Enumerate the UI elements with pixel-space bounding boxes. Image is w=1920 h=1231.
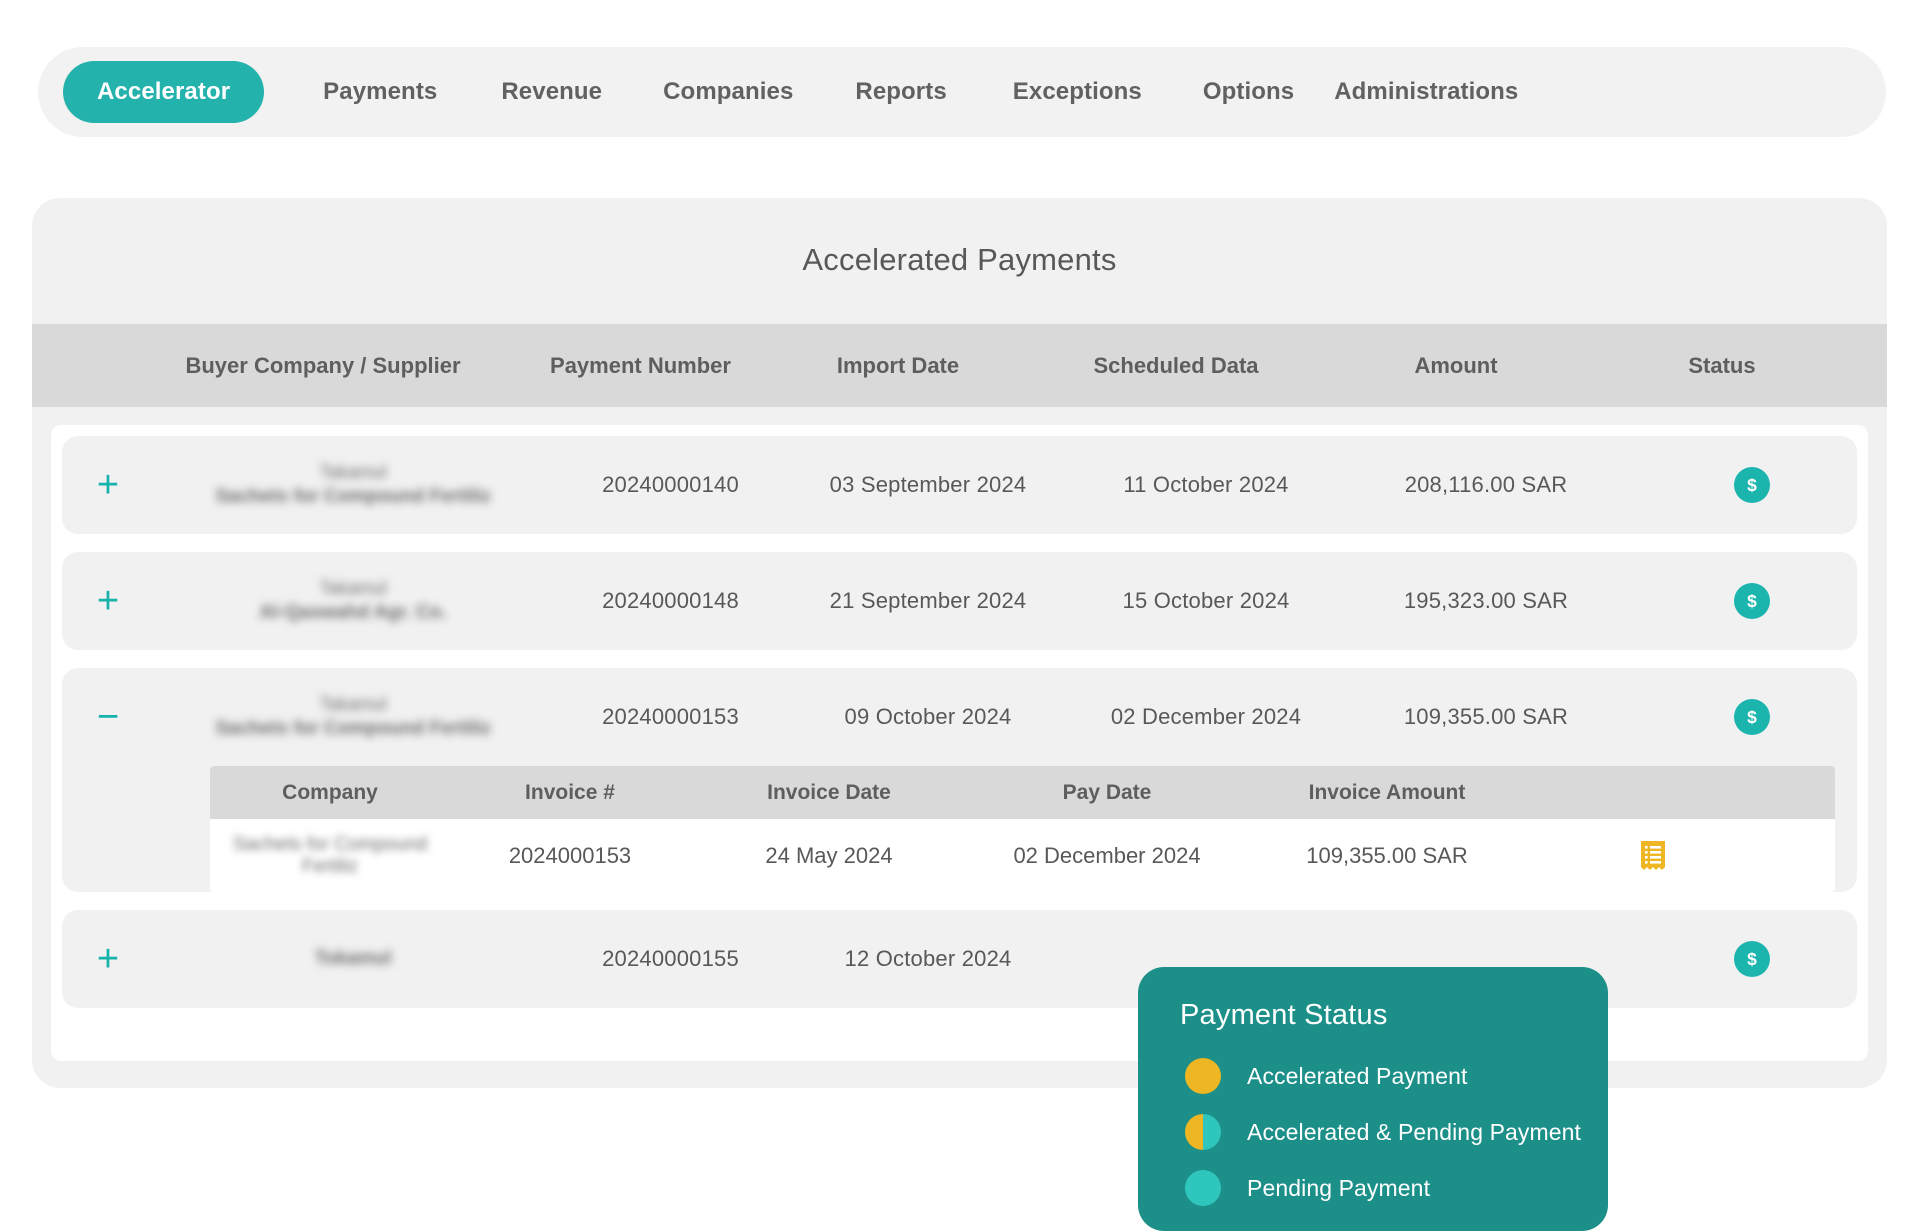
sub-column-header-invoice-date: Invoice Date [767,780,891,804]
pay-date-value: 02 December 2024 [1013,842,1201,868]
scheduled-date-value: 02 December 2024 [1110,704,1302,729]
company-supplier-name: Sachets for Compound Fertiliz [215,718,491,740]
scheduled-date-value: 15 October 2024 [1122,588,1290,613]
invoice-row: Sachets for Compound Fertiliz 2024000153… [210,819,1835,892]
status-cell: $ [1627,467,1857,503]
table-header-row: Buyer Company / Supplier Payment Number … [32,324,1887,407]
nav-item-exceptions[interactable]: Exceptions [1007,78,1148,106]
table-row-expanded: − Takamul Sachets for Compound Fertiliz … [62,668,1857,892]
dollar-badge-icon[interactable]: $ [1734,941,1770,977]
company-supplier-name: Tokamul [314,948,392,970]
legend-title: Payment Status [1180,999,1388,1031]
legend-item-accelerated-pending: Accelerated & Pending Payment [1180,1108,1608,1156]
import-date-value: 21 September 2024 [829,588,1027,613]
amount-value: 109,355.00 SAR [1403,704,1569,729]
payment-status-legend: Payment Status Accelerated Payment Accel… [1138,967,1608,1231]
receipt-icon-cell [1528,840,1778,872]
invoice-subtable: Company Invoice # Invoice Date Pay Date … [210,766,1835,892]
svg-text:$: $ [1747,475,1757,495]
amount-value: 195,323.00 SAR [1403,588,1569,613]
page-title: Accelerated Payments [802,242,1117,277]
column-header-status: Status [1688,352,1756,378]
svg-text:$: $ [1747,949,1757,969]
accelerated-payments-card: Accelerated Payments Buyer Company / Sup… [32,198,1887,1088]
expand-toggle-icon[interactable]: + [62,940,154,978]
import-date-value: 12 October 2024 [844,946,1012,971]
amount-value: 208,116.00 SAR [1404,472,1568,497]
nav-item-administrations[interactable]: Administrations [1328,78,1524,106]
column-header-import-date: Import Date [836,352,960,378]
sub-column-header-company: Company [282,780,378,804]
payment-number-value: 20240000155 [602,946,739,971]
nav-item-accelerator[interactable]: Accelerator [63,61,265,123]
buyer-company-supplier: Takamul Sachets for Compound Fertiliz [154,461,552,510]
company-buyer-name: Takamul [319,693,387,714]
legend-label: Pending Payment [1247,1174,1431,1201]
column-header-company: Buyer Company / Supplier [185,352,461,378]
company-buyer-name: Takamul [319,577,387,598]
import-date-value: 03 September 2024 [829,472,1027,497]
dollar-badge-icon[interactable]: $ [1734,467,1770,503]
invoice-subtable-header-row: Company Invoice # Invoice Date Pay Date … [210,766,1835,819]
expand-toggle-icon[interactable]: + [62,582,154,620]
nav-item-companies[interactable]: Companies [657,78,799,106]
table-row: + Takamul Sachets for Compound Fertiliz … [62,436,1857,534]
status-cell: $ [1627,941,1857,977]
expand-toggle-icon[interactable]: + [62,466,154,504]
company-supplier-name: Al-Qaswahd Agr. Co. [259,602,447,624]
dollar-badge-icon[interactable]: $ [1734,583,1770,619]
company-buyer-name: Takamul [319,461,387,482]
sub-column-header-invoice-amount: Invoice Amount [1308,780,1466,804]
main-navbar: Accelerator Payments Revenue Companies R… [38,47,1886,137]
status-cell: $ [1627,699,1857,735]
nav-item-payments[interactable]: Payments [317,78,443,106]
app-page: Accelerator Payments Revenue Companies R… [0,0,1920,1231]
accelerated-payment-swatch-icon [1185,1058,1221,1094]
buyer-company-supplier: Takamul Al-Qaswahd Agr. Co. [154,577,552,626]
column-header-amount: Amount [1414,352,1498,378]
import-date-value: 09 October 2024 [844,704,1012,729]
nav-item-reports[interactable]: Reports [849,78,952,106]
column-header-scheduled-date: Scheduled Data [1093,352,1259,378]
dollar-badge-icon[interactable]: $ [1734,699,1770,735]
scheduled-date-value: 11 October 2024 [1123,472,1289,497]
table-row: + Takamul Al-Qaswahd Agr. Co. 2024000014… [62,552,1857,650]
payment-number-value: 20240000153 [602,704,739,729]
status-cell: $ [1627,583,1857,619]
accelerated-and-pending-payment-swatch-icon [1185,1114,1221,1150]
invoice-amount-value: 109,355.00 SAR [1306,842,1468,868]
sub-column-header-invoice-number: Invoice # [525,780,615,804]
pending-payment-swatch-icon [1185,1170,1221,1206]
payment-number-value: 20240000148 [602,588,739,613]
legend-label: Accelerated Payment [1247,1062,1468,1089]
svg-text:$: $ [1747,707,1757,727]
payment-number-value: 20240000140 [602,472,739,497]
invoice-company-name: Sachets for Compound Fertiliz [232,833,428,877]
nav-item-revenue[interactable]: Revenue [495,78,608,106]
legend-label: Accelerated & Pending Payment [1247,1118,1582,1145]
receipt-icon [1641,840,1665,870]
buyer-company-supplier: Takamul Sachets for Compound Fertiliz [154,693,552,742]
invoice-date-value: 24 May 2024 [765,842,893,868]
legend-item-pending: Pending Payment [1180,1164,1608,1212]
nav-item-options[interactable]: Options [1197,78,1300,106]
column-header-payment-number: Payment Number [550,352,731,378]
invoice-number-value: 2024000153 [508,842,632,868]
collapse-toggle-icon[interactable]: − [62,698,154,736]
buyer-company-supplier: Tokamul [154,946,552,971]
table-body: + Takamul Sachets for Compound Fertiliz … [51,425,1868,1061]
company-supplier-name: Sachets for Compound Fertiliz [215,486,491,508]
legend-item-accelerated: Accelerated Payment [1180,1052,1608,1100]
svg-text:$: $ [1747,591,1757,611]
sub-column-header-pay-date: Pay Date [1062,780,1152,804]
